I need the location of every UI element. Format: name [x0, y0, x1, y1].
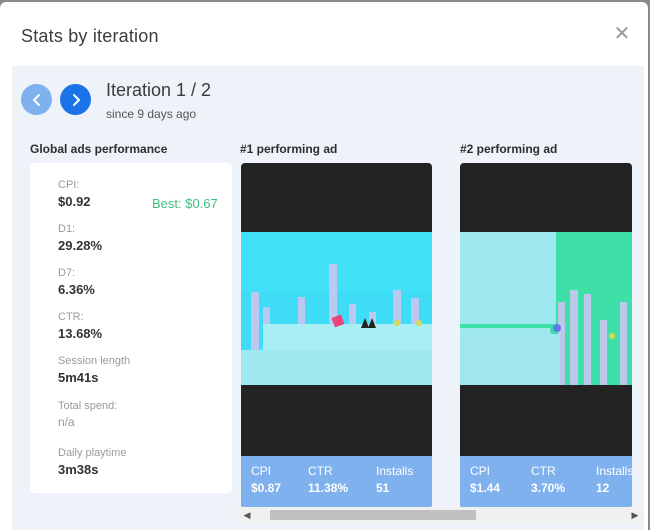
ad-stat-label: CPI — [251, 464, 272, 478]
next-iteration-button[interactable] — [60, 84, 91, 115]
stat-value: 13.68% — [58, 326, 103, 341]
stat-label: Session length — [58, 355, 131, 367]
close-icon[interactable]: ✕ — [610, 22, 634, 46]
global-ads-label: Global ads performance — [30, 142, 168, 156]
stat-value: 3m38s — [58, 462, 99, 477]
chevron-right-icon — [72, 93, 80, 106]
ad-1-card[interactable]: CPI $0.87 CTR 11.38% Installs 51 — [241, 163, 432, 508]
ad-stat-label: CTR — [531, 464, 556, 478]
stat-d1: D1: 29.28% — [58, 223, 102, 253]
ad-stat-value: 12 — [596, 481, 610, 495]
ad-1-installs: Installs 51 — [376, 464, 413, 495]
stat-ctr: CTR: 13.68% — [58, 311, 102, 341]
ad-2-installs: Installs 12 — [596, 464, 632, 495]
ad-stat-label: Installs — [596, 464, 632, 478]
stat-d7: D7: 6.36% — [58, 267, 95, 297]
best-cpi: Best: $0.67 — [152, 196, 218, 211]
ad-2-stats: CPI $1.44 CTR 3.70% Installs 12 — [460, 456, 632, 508]
ad-2-video-thumbnail[interactable] — [460, 232, 632, 385]
ad-stat-label: CTR — [308, 464, 333, 478]
previous-iteration-button[interactable] — [21, 84, 52, 115]
iteration-since: since 9 days ago — [106, 107, 197, 121]
stat-session-length: Session length 5m41s — [58, 355, 130, 385]
stats-modal: Stats by iteration ✕ Iteration 1 / 2 sin… — [0, 2, 648, 530]
ad-1-video-thumbnail[interactable] — [241, 232, 432, 385]
scroll-left-arrow-icon[interactable]: ◀ — [240, 507, 254, 523]
stat-total-spend: Total spend: n/a — [58, 400, 117, 429]
stat-label: CPI: — [58, 179, 80, 191]
stat-label: Daily playtime — [58, 447, 127, 459]
stat-label: D1: — [58, 223, 76, 235]
horizontal-scrollbar[interactable]: ◀ ▶ — [238, 507, 644, 523]
iteration-panel: Iteration 1 / 2 since 9 days ago Global … — [12, 66, 644, 530]
ad-2-card[interactable]: CPI $1.44 CTR 3.70% Installs 12 — [460, 163, 632, 508]
modal-title: Stats by iteration — [21, 26, 159, 46]
stat-value: 6.36% — [58, 282, 95, 297]
scroll-right-arrow-icon[interactable]: ▶ — [628, 507, 642, 523]
ad-stat-label: Installs — [376, 464, 414, 478]
stat-value: 29.28% — [58, 238, 103, 253]
ad-1-stats: CPI $0.87 CTR 11.38% Installs 51 — [241, 456, 432, 508]
scrollbar-thumb[interactable] — [270, 510, 476, 520]
ad-2-cpi: CPI $1.44 — [470, 464, 500, 495]
ad-stat-value: 11.38% — [308, 481, 349, 495]
stat-cpi: CPI: $0.92 — [58, 179, 91, 209]
ad-stat-value: 3.70% — [531, 481, 566, 495]
global-stats-card: CPI: $0.92 Best: $0.67 D1: 29.28% D7: 6.… — [30, 163, 232, 493]
stat-value: $0.92 — [58, 194, 91, 209]
ad-1-label: #1 performing ad — [240, 142, 338, 156]
ad-stat-label: CPI — [470, 464, 491, 478]
ad-1-ctr: CTR 11.38% — [308, 464, 348, 495]
ad-2-ctr: CTR 3.70% — [531, 464, 565, 495]
ad-stat-value: $0.87 — [251, 481, 282, 495]
ad-1-cpi: CPI $0.87 — [251, 464, 281, 495]
ad-2-label: #2 performing ad — [460, 142, 558, 156]
stat-daily-playtime: Daily playtime 3m38s — [58, 447, 126, 477]
stat-label: CTR: — [58, 311, 84, 323]
stat-value: 5m41s — [58, 370, 99, 385]
iteration-title: Iteration 1 / 2 — [106, 80, 212, 100]
chevron-left-icon — [32, 93, 40, 106]
stat-label: Total spend: — [58, 400, 118, 412]
stat-label: D7: — [58, 267, 76, 279]
stat-value: n/a — [58, 415, 75, 429]
ad-stat-value: $1.44 — [470, 481, 501, 495]
ad-stat-value: 51 — [376, 481, 390, 495]
